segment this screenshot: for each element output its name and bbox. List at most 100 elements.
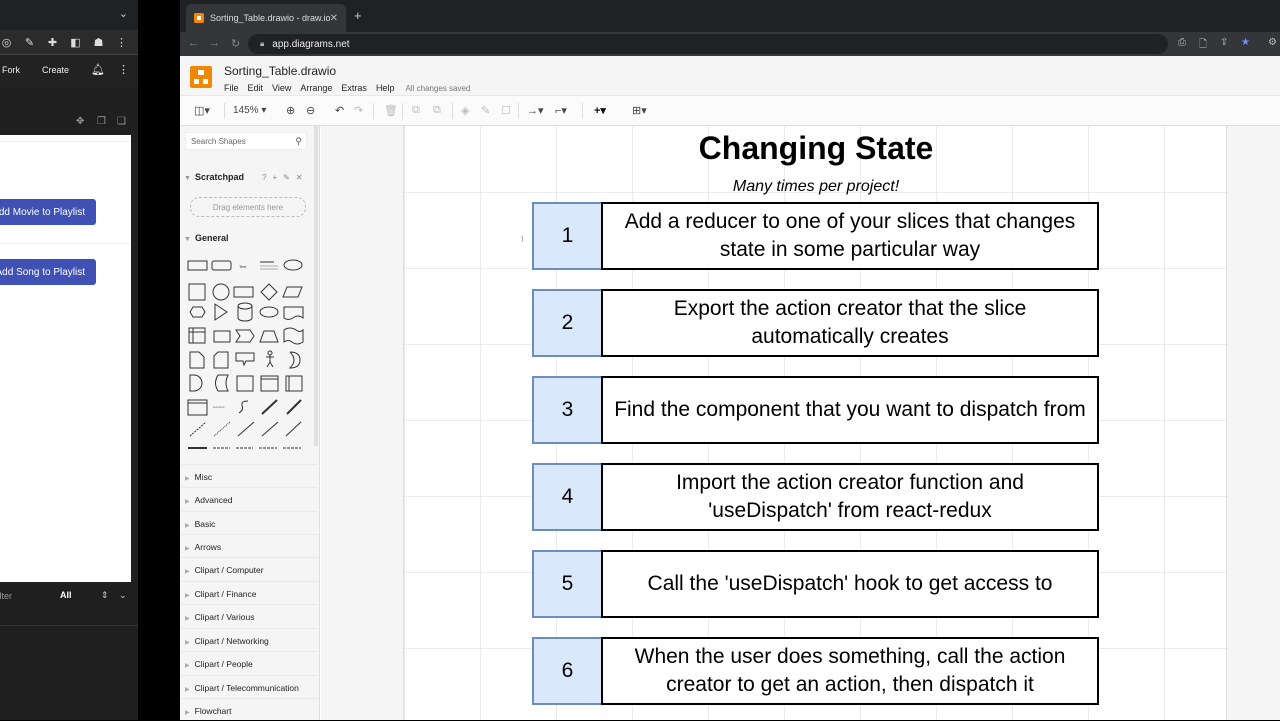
more-icon[interactable]: ⋮ [115,36,128,49]
reload-icon[interactable]: ↻ [231,37,240,50]
target-icon[interactable]: ◎ [0,36,13,49]
menu-help[interactable]: Help [376,83,395,93]
shape-rectangle [187,260,208,271]
category-clipart-computer[interactable]: ▶ Clipart / Computer [180,557,318,580]
menu-extras[interactable]: Extras [341,83,367,93]
browser-tab[interactable]: Sorting_Table.drawio - draw.io ✕ [186,4,346,32]
step-number[interactable]: 3 [532,376,601,444]
step-number[interactable]: 1 [532,202,601,270]
undo-icon[interactable]: ↶ [335,104,344,117]
new-tab-icon[interactable]: + [354,8,362,23]
sidebar-scrollbar[interactable] [314,126,318,446]
insert-icon[interactable]: +▾ [594,104,606,117]
search-icon[interactable]: ⚲ [295,136,302,147]
delete-icon[interactable]: 🗑︎ [384,104,398,117]
to-back-icon[interactable]: ⧉ [433,104,441,117]
share-icon[interactable]: ⇪ [1220,37,1228,48]
close-icon[interactable]: ✕ [296,173,303,182]
step-row[interactable]: 4 Import the action creator function and… [532,463,1099,531]
waypoints-icon[interactable]: ⌐▾ [555,104,567,117]
redo-icon[interactable]: ↷ [354,104,363,117]
filter-select[interactable]: All [60,590,72,600]
step-number[interactable]: 2 [532,289,601,357]
back-icon[interactable]: ← [188,37,199,49]
to-front-icon[interactable]: ⧉ [412,104,420,117]
step-row[interactable]: 3 Find the component that you want to di… [532,376,1099,444]
doc-icon[interactable]: 🗋︎ [1199,37,1207,54]
step-row[interactable]: 2 Export the action creator that the sli… [532,289,1099,357]
line-color-icon[interactable]: ✎ [481,104,490,117]
category-clipart-networking[interactable]: ▶ Clipart / Networking [180,628,318,651]
category-advanced[interactable]: ▶ Advanced [180,487,318,510]
menu-arrange[interactable]: Arrange [300,83,332,93]
menu-edit[interactable]: Edit [248,83,264,93]
category-arrows[interactable]: ▶ Arrows [180,534,318,557]
category-clipart-people[interactable]: ▶ Clipart / People [180,651,318,674]
menu-file[interactable]: File [224,83,239,93]
step-text[interactable]: Call the 'useDispatch' hook to get acces… [601,550,1099,618]
copy-icon[interactable]: ❐ [97,116,106,127]
scratchpad-header[interactable]: ▼ Scratchpad [184,172,244,182]
url-bar[interactable]: 🔒︎ app.diagrams.net [248,34,1168,54]
chevron-down-icon[interactable]: ⌄ [119,590,127,601]
step-number[interactable]: 5 [532,550,601,618]
category-misc[interactable]: ▶ Misc [180,464,318,487]
bookmark-star-icon[interactable]: ★ [1241,37,1250,48]
connection-style-icon[interactable]: →▾ [527,104,544,117]
category-clipart-telecommunication[interactable]: ▶ Clipart / Telecommunication [180,675,318,698]
shape-curve [238,400,249,414]
search-shapes-input[interactable]: Search Shapes ⚲ [185,132,307,150]
help-icon[interactable]: ? [262,173,266,182]
step-row[interactable]: 5 Call the 'useDispatch' hook to get acc… [532,550,1099,618]
fork-button[interactable]: Fork [2,65,20,75]
step-row[interactable]: 6 When the user does something, call the… [532,637,1099,705]
shape-actor [266,350,274,368]
step-number[interactable]: 4 [532,463,601,531]
category-flowchart[interactable]: ▶ Flowchart [180,698,318,721]
step-text[interactable]: Import the action creator function and '… [601,463,1099,531]
extension-icon[interactable]: ⚙ [1268,37,1277,48]
category-clipart-various[interactable]: ▶ Clipart / Various [180,604,318,627]
close-tab-icon[interactable]: ✕ [330,13,338,24]
install-icon[interactable]: ⎙ [1178,37,1186,48]
step-text[interactable]: Export the action creator that the slice… [601,289,1099,357]
step-row[interactable]: 1 Add a reducer to one of your slices th… [532,202,1099,270]
diagram-title[interactable]: Changing State [404,130,1228,167]
step-text[interactable]: Find the component that you want to disp… [601,376,1099,444]
filter-input[interactable]: Filter [0,591,12,601]
step-text[interactable]: Add a reducer to one of your slices that… [601,202,1099,270]
shadow-icon[interactable]: ☐ [501,104,511,117]
scratchpad-dropzone[interactable]: Drag elements here [190,197,306,217]
window-icon[interactable]: ❏ [117,116,126,127]
puzzle-icon[interactable]: ✚ [46,36,59,49]
profile-icon[interactable]: ☗ [92,36,105,49]
category-basic[interactable]: ▶ Basic [180,511,318,534]
step-text[interactable]: When the user does something, call the a… [601,637,1099,705]
create-button[interactable]: Create [42,65,69,75]
diagram-canvas[interactable]: Changing State Many times per project! I… [321,126,1280,720]
zoom-in-icon[interactable]: ⊕ [286,104,295,117]
eyedropper-icon[interactable]: ✎ [23,36,36,49]
step-number[interactable]: 6 [532,637,601,705]
category-clipart-finance[interactable]: ▶ Clipart / Finance [180,581,318,604]
chevron-down-icon[interactable]: ⌄ [119,7,128,20]
more-icon[interactable]: ⋮ [118,63,129,76]
diagram-subtitle[interactable]: Many times per project! [404,178,1228,196]
format-panel-icon[interactable]: ◫▾ [194,104,210,117]
file-title[interactable]: Sorting_Table.drawio [224,64,336,78]
add-icon[interactable]: + [272,173,277,182]
table-icon[interactable]: ⊞▾ [632,104,647,117]
menu-view[interactable]: View [272,83,291,93]
diagram-page[interactable]: Changing State Many times per project! I… [403,126,1227,720]
sidebar-toggle-icon[interactable]: ◧ [69,36,82,49]
zoom-out-icon[interactable]: ⊖ [306,104,315,117]
edit-icon[interactable]: ✎ [283,173,290,182]
general-header[interactable]: ▼ General [184,233,228,243]
move-icon[interactable]: ✥ [76,116,84,127]
fill-color-icon[interactable]: ◈ [461,104,469,117]
forward-icon[interactable]: → [209,37,220,49]
add-movie-button[interactable]: Add Movie to Playlist [0,199,96,225]
zoom-select[interactable]: 145% ▾ [233,105,266,116]
add-song-button[interactable]: Add Song to Playlist [0,259,96,285]
bell-icon[interactable]: 🔔︎ [91,63,105,76]
